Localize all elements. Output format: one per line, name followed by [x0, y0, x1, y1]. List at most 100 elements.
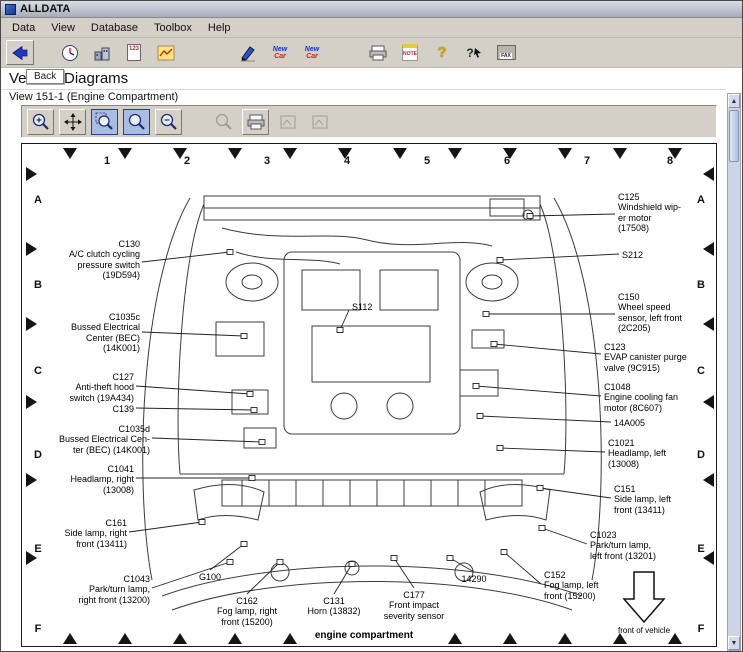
zoom-hotspot-triangle[interactable]	[228, 148, 242, 159]
zoom-hotspot-triangle[interactable]	[393, 148, 407, 159]
zoom-hotspot-triangle[interactable]	[613, 633, 627, 644]
grid-column-label: 2	[184, 155, 190, 167]
grid-row-label: D	[697, 449, 705, 461]
menu-toolbox[interactable]: Toolbox	[146, 20, 200, 36]
zoom-hotspot-triangle[interactable]	[448, 633, 462, 644]
zoom-hotspot-triangle[interactable]	[703, 473, 714, 487]
clock-icon	[61, 44, 79, 62]
context-help-icon: ?	[466, 46, 481, 60]
diagram-print-button[interactable]	[242, 109, 269, 135]
new-car-icon: NewCar	[273, 46, 287, 60]
shop-button[interactable]	[88, 40, 116, 65]
scroll-down-button[interactable]: ▼	[728, 636, 740, 650]
zoom-hotspot-triangle[interactable]	[173, 633, 187, 644]
zoom-out-icon	[159, 112, 178, 131]
menu-data[interactable]: Data	[4, 20, 43, 36]
app-icon	[5, 4, 16, 15]
grid-column-label: 3	[264, 155, 270, 167]
new-car-button-2[interactable]: NewCar	[298, 40, 326, 65]
grid-row-label: A	[697, 194, 705, 206]
print-button[interactable]	[364, 40, 392, 65]
zoom-dynamic-button[interactable]	[123, 109, 150, 135]
zoom-hotspot-triangle[interactable]	[26, 167, 37, 181]
content-area: Ve Back Diagrams View 151-1 (Engine Comp…	[1, 68, 742, 651]
signature-pen-button[interactable]	[234, 40, 262, 65]
grid-row-label: E	[34, 543, 41, 555]
note-icon: NOTE	[402, 44, 418, 61]
diagram-viewport: 12345678AABBCCDDEEFF engine compartment …	[21, 143, 717, 647]
vertical-scrollbar[interactable]: ▲ ▼	[727, 93, 741, 651]
zoom-hotspot-triangle[interactable]	[448, 148, 462, 159]
zoom-hotspot-triangle[interactable]	[118, 633, 132, 644]
zoom-hotspot-triangle[interactable]	[703, 167, 714, 181]
zoom-hotspot-triangle[interactable]	[668, 633, 682, 644]
zoom-hotspot-triangle[interactable]	[283, 633, 297, 644]
new-car-button[interactable]: NewCar	[266, 40, 294, 65]
zoom-hotspot-triangle[interactable]	[26, 395, 37, 409]
chart-button[interactable]	[152, 40, 180, 65]
context-help-button[interactable]: ?	[460, 40, 488, 65]
zoom-hotspot-triangle[interactable]	[26, 473, 37, 487]
scrollbar-thumb[interactable]	[729, 110, 739, 162]
zoom-hotspot-triangle[interactable]	[63, 148, 77, 159]
help-icon: ?	[437, 44, 446, 61]
zoom-hotspot-triangle[interactable]	[558, 148, 572, 159]
zoom-hotspot-triangle[interactable]	[703, 317, 714, 331]
help-button[interactable]: ?	[428, 40, 456, 65]
export-button-disabled-1[interactable]	[274, 109, 301, 135]
scrollbar-track[interactable]	[728, 108, 740, 636]
back-button[interactable]	[6, 40, 34, 65]
zoom-hotspot-triangle[interactable]	[283, 148, 297, 159]
note-button[interactable]: NOTE	[396, 40, 424, 65]
grid-row-label: D	[34, 449, 42, 461]
new-car-icon-2: NewCar	[305, 46, 319, 60]
zoom-in-icon	[31, 112, 50, 131]
zoom-hotspot-triangle[interactable]	[503, 633, 517, 644]
zoom-hotspot-triangle[interactable]	[703, 395, 714, 409]
zoom-hotspot-triangle[interactable]	[558, 633, 572, 644]
zoom-hotspot-triangle[interactable]	[63, 633, 77, 644]
grid-column-label: 5	[424, 155, 430, 167]
grid-row-label: C	[34, 365, 42, 377]
zoom-out-button[interactable]	[155, 109, 182, 135]
grid-row-label: C	[697, 365, 705, 377]
menu-view[interactable]: View	[43, 20, 83, 36]
grid-column-label: 7	[584, 155, 590, 167]
zoom-hotspot-triangle[interactable]	[613, 148, 627, 159]
printer-icon	[246, 114, 266, 130]
zoom-disabled-icon	[214, 112, 233, 131]
printer-icon	[368, 45, 388, 61]
zoom-hotspot-triangle[interactable]	[118, 148, 132, 159]
zoom-extents-button-disabled[interactable]	[210, 109, 237, 135]
window-title: ALLDATA	[20, 3, 70, 15]
image-disabled-icon-2	[311, 114, 329, 130]
export-button-disabled-2[interactable]	[306, 109, 333, 135]
pen-icon	[239, 44, 257, 62]
menu-help[interactable]: Help	[200, 20, 239, 36]
grid-column-label: 1	[104, 155, 110, 167]
grid-row-label: B	[34, 279, 42, 291]
zoom-hotspot-triangle[interactable]	[26, 242, 37, 256]
title-bar: ALLDATA	[1, 1, 742, 18]
grid-row-label: B	[697, 279, 705, 291]
fax-button[interactable]: FAX	[492, 40, 520, 65]
vehicle-tab-partial[interactable]: Ve	[9, 70, 27, 87]
zoom-hotspot-triangle[interactable]	[703, 242, 714, 256]
zoom-region-icon	[95, 112, 114, 131]
menu-database[interactable]: Database	[83, 20, 146, 36]
grid-row-label: E	[697, 543, 704, 555]
zoom-in-button[interactable]	[27, 109, 54, 135]
view-label: View 151-1 (Engine Compartment)	[9, 91, 178, 103]
clock-button[interactable]	[56, 40, 84, 65]
pan-button[interactable]	[59, 109, 86, 135]
zoom-hotspot-triangle[interactable]	[228, 633, 242, 644]
zoom-region-button[interactable]	[91, 109, 118, 135]
fax-icon: FAX	[497, 45, 516, 60]
header-row: Ve Back Diagrams	[1, 68, 726, 90]
estimate-123-icon: 123	[127, 44, 141, 61]
grid-column-label: 8	[667, 155, 673, 167]
zoom-hotspot-triangle[interactable]	[26, 317, 37, 331]
scroll-up-button[interactable]: ▲	[728, 94, 740, 108]
grid-row-label: F	[35, 623, 42, 635]
estimate-button[interactable]: 123	[120, 40, 148, 65]
